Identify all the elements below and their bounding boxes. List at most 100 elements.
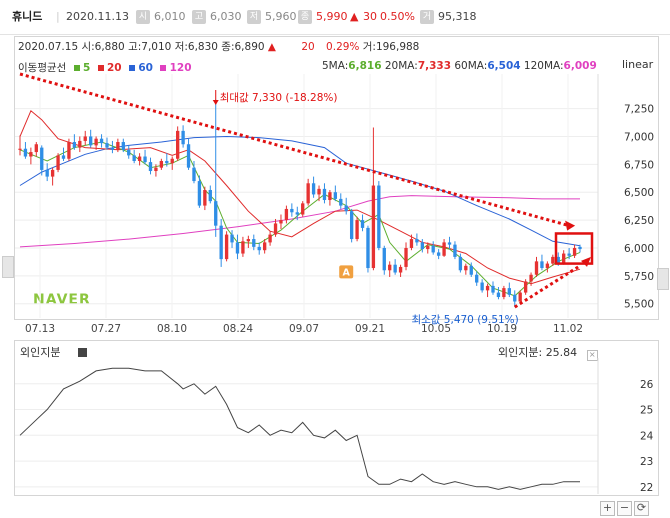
- price-tick-label: 7,250: [624, 104, 654, 116]
- candle-body: [496, 292, 501, 298]
- candle-body: [235, 242, 240, 254]
- candle-body: [507, 288, 511, 295]
- candle-body: [480, 282, 484, 291]
- candle-body: [301, 203, 305, 215]
- candle-body: [176, 130, 180, 159]
- candle-body: [447, 242, 452, 245]
- max-label: 최대값 7,330 (-18.28%): [220, 92, 338, 104]
- candle-body: [18, 148, 22, 150]
- event-marker-label: A: [343, 267, 351, 278]
- candle-body: [333, 192, 338, 199]
- candle-body: [224, 234, 229, 260]
- foreign-tick-label: 25: [640, 405, 653, 417]
- candle-body: [230, 234, 234, 243]
- candle-body: [290, 208, 294, 213]
- candle-body: [551, 256, 555, 264]
- price-tick-label: 7,000: [624, 131, 654, 143]
- candle-body: [284, 208, 289, 221]
- candle-body: [197, 181, 202, 206]
- candle-body: [562, 253, 566, 264]
- candle-body: [137, 156, 142, 161]
- x-tick-label: 09.21: [355, 323, 385, 335]
- candle-body: [578, 246, 582, 250]
- candle-body: [116, 142, 120, 150]
- candle-body: [518, 292, 522, 302]
- candle-body: [143, 156, 147, 163]
- candle-body: [431, 245, 435, 253]
- candle-body: [219, 225, 223, 260]
- candle-body: [469, 265, 473, 275]
- x-tick-label: 07.13: [25, 323, 55, 335]
- candle-body: [355, 220, 359, 240]
- candle-body: [23, 148, 28, 157]
- candle-body: [409, 239, 414, 248]
- candle-body: [154, 167, 158, 172]
- candle-body: [322, 188, 327, 201]
- price-tick-label: 5,750: [624, 271, 654, 283]
- candle-body: [295, 212, 299, 215]
- candle-body: [105, 143, 109, 148]
- candle-body: [45, 169, 49, 177]
- candle-body: [393, 264, 397, 273]
- price-tick-label: 5,500: [624, 299, 654, 311]
- candle-body: [203, 189, 207, 206]
- candle-body: [377, 185, 381, 248]
- foreign-tick-label: 24: [640, 430, 654, 442]
- candle-body: [246, 239, 251, 242]
- candle-body: [159, 160, 164, 168]
- candle-body: [339, 198, 343, 206]
- candle-body: [56, 155, 60, 170]
- price-tick-label: 6,250: [624, 215, 654, 227]
- x-tick-label: 08.24: [223, 323, 253, 335]
- candle-body: [262, 242, 267, 251]
- candle-body: [382, 247, 386, 271]
- candle-body: [371, 185, 376, 269]
- trend-arrowhead: [565, 220, 576, 231]
- x-tick-label: 07.27: [91, 323, 121, 335]
- candle-body: [99, 138, 104, 144]
- candle-body: [464, 265, 468, 271]
- candle-body: [344, 205, 348, 212]
- foreign-tick-label: 23: [640, 456, 653, 468]
- candle-body: [83, 136, 87, 141]
- candle-body: [311, 183, 316, 195]
- stock-chart-svg[interactable]: 5,500 5,750 6,000 6,250 6,500 6,750 7,000 7,250…: [0, 0, 670, 518]
- ma120-line: [19, 195, 580, 248]
- candle-body: [317, 188, 321, 195]
- candle-body: [29, 152, 33, 157]
- candle-body: [306, 183, 310, 204]
- candle-body: [485, 285, 490, 291]
- candle-body: [165, 160, 169, 164]
- candle-body: [529, 274, 533, 282]
- candle-body: [127, 149, 131, 156]
- foreign-ownership-line: [19, 367, 580, 490]
- candle-body: [214, 201, 218, 226]
- candle-body: [328, 192, 332, 201]
- candle-body: [148, 162, 153, 172]
- max-pointer-head: [212, 100, 219, 105]
- candle-body: [132, 155, 136, 161]
- candle-body: [513, 294, 517, 302]
- candle-body: [279, 220, 283, 224]
- candle-body: [110, 147, 115, 150]
- candle-body: [540, 261, 544, 269]
- x-tick-label: 08.10: [157, 323, 187, 335]
- candle-body: [360, 220, 365, 228]
- candle-body: [458, 256, 463, 271]
- candle-body: [89, 136, 93, 146]
- candle-body: [34, 144, 38, 153]
- candle-body: [208, 189, 212, 202]
- foreign-tick-label: 22: [640, 482, 653, 494]
- candle-body: [366, 227, 370, 269]
- candle-body: [67, 142, 71, 159]
- candle-body: [388, 264, 392, 271]
- trend-arrowhead: [581, 256, 591, 267]
- candle-body: [40, 147, 44, 170]
- candle-body: [475, 274, 479, 283]
- candle-body: [121, 142, 125, 150]
- price-tick-label: 6,750: [624, 159, 654, 171]
- candle-body: [50, 169, 55, 177]
- candle-body: [349, 211, 354, 240]
- candle-body: [252, 239, 256, 247]
- candle-body: [502, 288, 506, 298]
